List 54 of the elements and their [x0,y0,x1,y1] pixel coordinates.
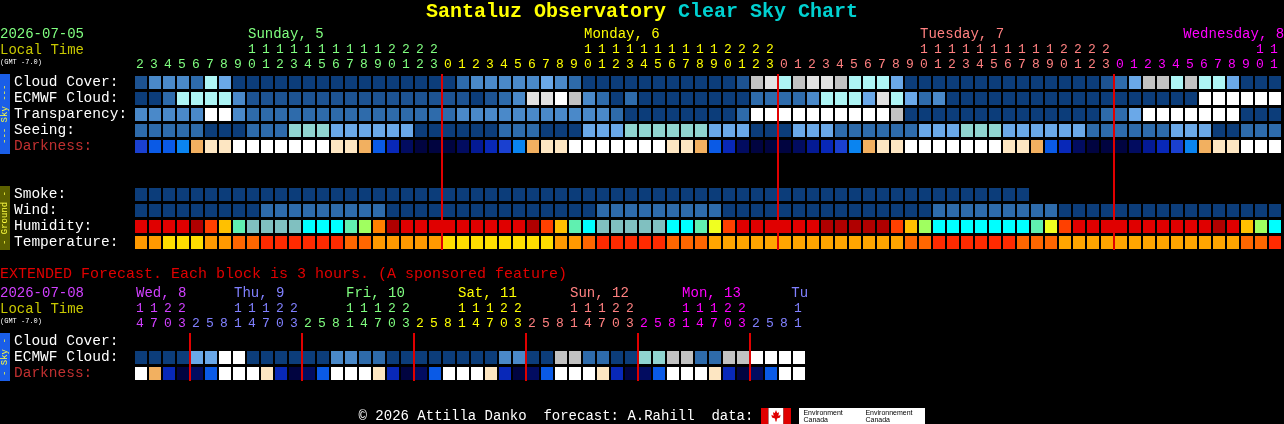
day-label: Sunday, 5 [248,26,325,42]
hour-digits: 11122 [570,301,641,316]
row-label: Transparency: [14,106,129,122]
day-label: Thu, 9 [234,285,286,301]
hour-digits: 25814703 [416,316,529,331]
hour-digits: 012345678901234567890123 [780,57,1117,72]
row-label: Cloud Cover: [14,74,120,90]
day-label: Wed, 8 [136,285,188,301]
row-label: Seeing: [14,122,76,138]
row-label: Darkness: [14,138,94,154]
date-label: 2026-07-05 [0,26,84,42]
hour-digits: 25814703 [304,316,417,331]
row-label: ECMWF Cloud: [14,90,120,106]
day-label: Tuesday, 7 [920,26,1006,42]
hour-digits: 4703 [136,316,192,331]
hour-digits: 11111111112222 [920,42,1117,57]
extended-forecast-note: EXTENDED Forecast. Each block is 3 hours. (A sponsored feature) [0,267,569,283]
row-label: Cloud Cover: [14,333,120,349]
hour-digits: 11122 [346,301,417,316]
hour-digits: 25814703 [528,316,641,331]
local-time-label: Local Time [0,301,84,317]
hour-digits: 11122 [682,301,753,316]
day-label: Wednesday, 8 [1183,26,1284,42]
hour-digits: 11122 [458,301,529,316]
row-label: Temperature: [14,234,120,250]
day-label: Sun, 12 [570,285,630,301]
day-label: Fri, 10 [346,285,406,301]
hour-digits: 25814703 [640,316,753,331]
hour-digits: 1 [793,301,809,316]
hour-digits: 2345678901234567890123 [136,57,445,72]
hour-digits: 11111111112222 [584,42,781,57]
hour-digits: 11111111112222 [248,42,445,57]
row-label: ECMWF Cloud: [14,349,120,365]
row-label: Humidity: [14,218,94,234]
hour-digits: 2581 [752,316,809,331]
hour-digits: 25814703 [192,316,305,331]
row-label: Smoke: [14,186,68,202]
hour-digits: 012345678901234567890123 [444,57,781,72]
observatory-name: Santaluz Observatory [425,0,666,23]
local-time-label: Local Time [0,42,84,58]
hour-digits: 012345678901 [1116,57,1284,72]
hour-digits: 11122 [234,301,305,316]
row-label: Wind: [14,202,59,218]
day-label: Tu [791,285,809,301]
flag-icon [761,407,792,424]
row-label: Darkness: [14,365,94,381]
day-label: Sat, 11 [458,285,518,301]
chart-title: Clear Sky Chart [678,0,859,23]
hour-digits: 11 [1255,42,1284,57]
hour-digits: 1122 [136,301,192,316]
day-label: Mon, 13 [682,285,742,301]
date-label: 2026-07-08 [0,285,84,301]
credit-text: © 2026 Attilla Danko forecast: A.Rahill data: [358,407,754,424]
day-label: Monday, 6 [584,26,661,42]
